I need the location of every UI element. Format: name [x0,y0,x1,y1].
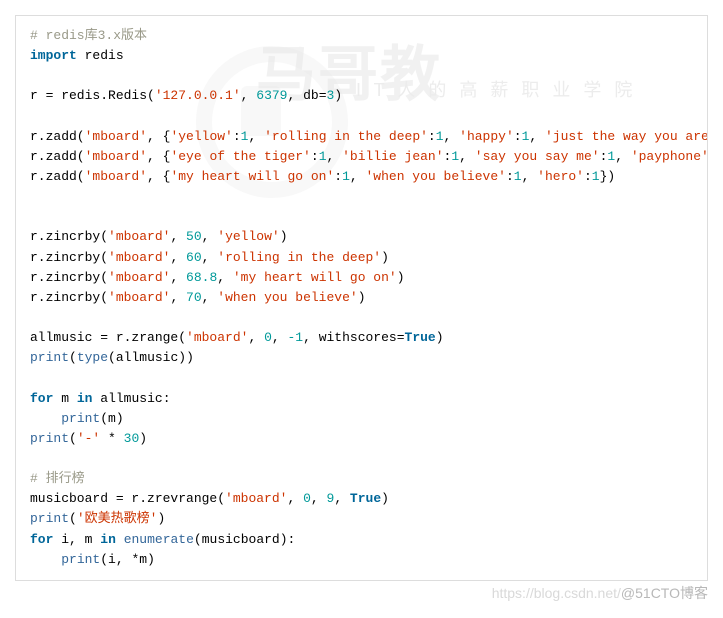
code-line: print('-' * 30) [30,431,147,446]
code-line: print('欧美热歌榜') [30,511,165,526]
code-line: print(i, *m) [61,552,155,567]
code-line: r.zadd('mboard', {'eye of the tiger':1, … [30,149,708,164]
code-line: print(m) [61,411,123,426]
attribution-text: https://blog.csdn.net/@51CTO博客 [15,583,708,603]
code-line: r = redis.Redis('127.0.0.1', 6379, db=3) [30,88,342,103]
code-comment: # redis库3.x版本 [30,28,147,43]
code-line: for i, m in enumerate(musicboard): [30,532,295,547]
keyword-import: import [30,48,77,63]
code-line: for m in allmusic: [30,391,171,406]
code-block: 马哥教 I T 人 的 高 薪 职 业 学 院 # redis库3.x版本 im… [15,15,708,581]
code-line: allmusic = r.zrange('mboard', 0, -1, wit… [30,330,444,345]
code-line: r.zadd('mboard', {'my heart will go on':… [30,169,615,184]
code-line: r.zincrby('mboard', 50, 'yellow') [30,229,288,244]
code-line: r.zadd('mboard', {'yellow':1, 'rolling i… [30,129,708,144]
code-line: r.zincrby('mboard', 68.8, 'my heart will… [30,270,405,285]
code-line: musicboard = r.zrevrange('mboard', 0, 9,… [30,491,389,506]
module-name: redis [85,48,124,63]
code-line: r.zincrby('mboard', 60, 'rolling in the … [30,250,389,265]
code-content: # redis库3.x版本 import redis r = redis.Red… [30,26,693,570]
code-line: r.zincrby('mboard', 70, 'when you believ… [30,290,366,305]
code-comment: # 排行榜 [30,471,85,486]
code-line: print(type(allmusic)) [30,350,194,365]
